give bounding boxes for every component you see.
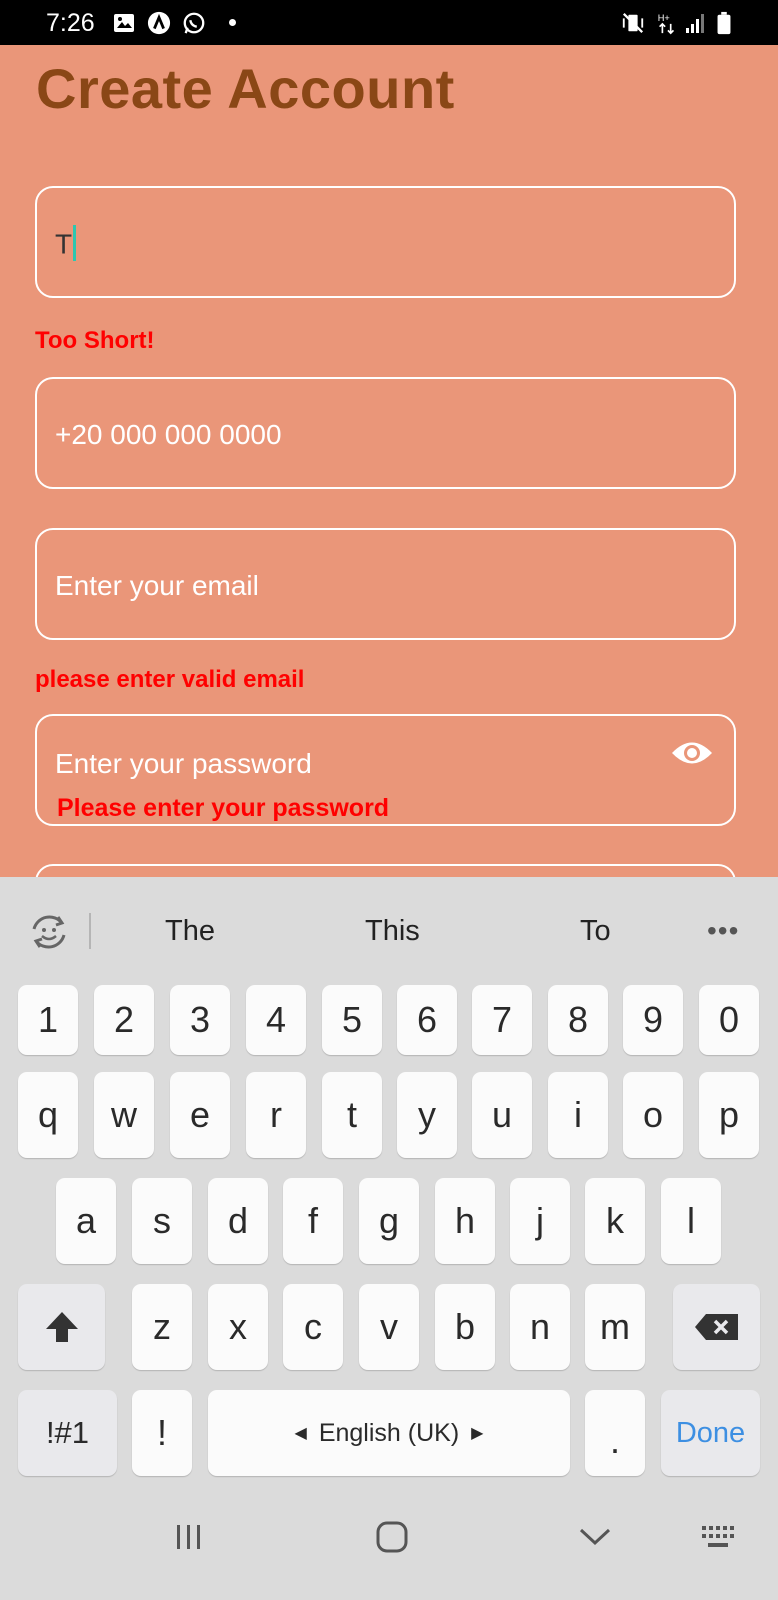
vibrate-mute-icon (622, 12, 644, 34)
key[interactable]: 0 (699, 985, 759, 1055)
key[interactable]: 5 (322, 985, 382, 1055)
home-icon[interactable] (375, 1520, 409, 1554)
key[interactable]: l (661, 1178, 721, 1264)
chevron-down-icon[interactable] (578, 1526, 612, 1548)
key[interactable]: k (585, 1178, 645, 1264)
notification-dot-icon (229, 19, 236, 26)
navigation-bar (0, 1490, 778, 1600)
key[interactable]: z (132, 1284, 192, 1370)
key[interactable]: a (56, 1178, 116, 1264)
done-key[interactable]: Done (661, 1390, 760, 1476)
key[interactable]: d (208, 1178, 268, 1264)
eye-icon[interactable] (670, 738, 714, 768)
shift-key[interactable] (18, 1284, 105, 1370)
battery-icon (717, 11, 731, 35)
image-icon (114, 14, 134, 32)
keyboard-icon[interactable] (700, 1524, 736, 1550)
key[interactable]: y (397, 1072, 457, 1158)
app-a-icon (147, 11, 171, 35)
password-error: Please enter your password (57, 794, 390, 822)
symbols-key[interactable]: !#1 (18, 1390, 117, 1476)
key[interactable]: h (435, 1178, 495, 1264)
key[interactable]: v (359, 1284, 419, 1370)
key[interactable]: c (283, 1284, 343, 1370)
whatsapp-icon (183, 12, 205, 34)
key[interactable]: x (208, 1284, 268, 1370)
key[interactable]: 2 (94, 985, 154, 1055)
email-placeholder: Enter your email (55, 570, 259, 601)
emoji-refresh-icon[interactable] (28, 911, 70, 953)
shift-arrow-icon (45, 1312, 78, 1342)
left-arrow-icon: ◀ (294, 1425, 307, 1442)
key[interactable]: 6 (397, 985, 457, 1055)
key[interactable]: 9 (623, 985, 683, 1055)
key[interactable]: u (472, 1072, 532, 1158)
status-bar: 7:26 H+ (0, 0, 778, 45)
key[interactable]: s (132, 1178, 192, 1264)
key[interactable]: 7 (472, 985, 532, 1055)
suggestion-bar: The This To ••• (0, 877, 778, 977)
name-error: Too Short! (35, 327, 155, 354)
key[interactable]: f (283, 1178, 343, 1264)
data-arrows-icon: H+ (658, 13, 675, 35)
key[interactable]: 3 (170, 985, 230, 1055)
suggestion-1[interactable]: The (165, 915, 215, 948)
key[interactable]: 4 (246, 985, 306, 1055)
space-language-label: English (UK) (318, 1418, 460, 1447)
more-options-icon[interactable]: ••• (707, 915, 739, 947)
key[interactable]: o (623, 1072, 683, 1158)
exclamation-key[interactable]: ! (132, 1390, 192, 1476)
period-key[interactable]: . (585, 1390, 645, 1476)
password-placeholder: Enter your password (55, 748, 312, 779)
name-input[interactable]: T (35, 186, 736, 298)
suggestion-2[interactable]: This (365, 915, 420, 948)
phone-placeholder: +20 000 000 0000 (55, 419, 282, 450)
key[interactable]: j (510, 1178, 570, 1264)
email-error: please enter valid email (35, 666, 305, 693)
space-key[interactable]: ◀ English (UK) ▶ (208, 1390, 570, 1476)
key[interactable]: i (548, 1072, 608, 1158)
signal-icon (686, 14, 704, 33)
status-time: 7:26 (46, 9, 95, 37)
svg-text:H+: H+ (658, 13, 670, 23)
right-arrow-icon: ▶ (471, 1425, 484, 1442)
password-input[interactable]: Enter your password Please enter your pa… (35, 714, 736, 826)
key[interactable]: p (699, 1072, 759, 1158)
key[interactable]: w (94, 1072, 154, 1158)
key[interactable]: r (246, 1072, 306, 1158)
backspace-icon (694, 1314, 738, 1340)
key[interactable]: t (322, 1072, 382, 1158)
page-title: Create Account (36, 57, 455, 120)
key[interactable]: g (359, 1178, 419, 1264)
email-input[interactable]: Enter your email (35, 528, 736, 640)
suggestion-3[interactable]: To (580, 915, 611, 948)
key[interactable]: b (435, 1284, 495, 1370)
key[interactable]: q (18, 1072, 78, 1158)
suggestion-separator (89, 913, 91, 949)
name-input-value: T (55, 228, 73, 260)
key[interactable]: 1 (18, 985, 78, 1055)
key[interactable]: 8 (548, 985, 608, 1055)
recent-apps-icon[interactable] (174, 1522, 204, 1552)
backspace-key[interactable] (673, 1284, 760, 1370)
phone-input[interactable]: +20 000 000 0000 (35, 377, 736, 489)
key[interactable]: n (510, 1284, 570, 1370)
key[interactable]: e (170, 1072, 230, 1158)
key[interactable]: m (585, 1284, 645, 1370)
text-cursor (73, 225, 77, 261)
